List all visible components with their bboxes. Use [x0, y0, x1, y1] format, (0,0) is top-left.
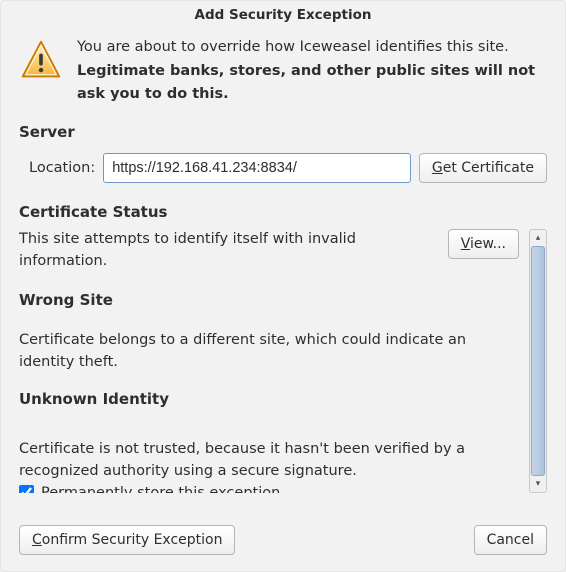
wrong-site-text: Certificate belongs to a different site,…	[19, 329, 519, 374]
warning-row: You are about to override how Iceweasel …	[19, 36, 547, 105]
dialog-button-row: Confirm Security Exception Cancel	[1, 509, 565, 571]
wrong-site-heading: Wrong Site	[19, 291, 519, 309]
confirm-security-exception-button[interactable]: Confirm Security Exception	[19, 525, 235, 555]
warning-text: You are about to override how Iceweasel …	[77, 36, 547, 105]
scroll-up-icon[interactable]: ▴	[530, 230, 546, 246]
permanent-store-checkbox[interactable]	[19, 485, 34, 493]
status-intro-row: This site attempts to identify itself wi…	[19, 229, 519, 273]
get-certificate-button[interactable]: Get Certificate	[419, 153, 547, 183]
certificate-status-heading: Certificate Status	[19, 203, 547, 221]
status-area: This site attempts to identify itself wi…	[19, 229, 547, 493]
dialog-title: Add Security Exception	[1, 1, 565, 32]
warning-icon	[19, 38, 63, 82]
warning-line1: You are about to override how Iceweasel …	[77, 36, 547, 58]
server-row: Location: Get Certificate	[29, 153, 547, 183]
server-heading: Server	[19, 123, 547, 141]
location-input[interactable]	[103, 153, 411, 183]
view-certificate-button[interactable]: View...	[448, 229, 519, 259]
security-exception-dialog: Add Security Exception	[0, 0, 566, 572]
scroll-down-icon[interactable]: ▾	[530, 476, 546, 492]
dialog-content: You are about to override how Iceweasel …	[1, 32, 565, 509]
location-label: Location:	[29, 160, 95, 176]
status-scrollbar[interactable]: ▴ ▾	[529, 229, 547, 493]
unknown-identity-heading: Unknown Identity	[19, 390, 519, 408]
scroll-thumb[interactable]	[531, 246, 545, 476]
permanent-store-row: Permanently store this exception	[19, 485, 519, 494]
permanent-store-label[interactable]: Permanently store this exception	[41, 485, 280, 494]
warning-line2: Legitimate banks, stores, and other publ…	[77, 60, 547, 105]
status-scroll-content: This site attempts to identify itself wi…	[19, 229, 525, 493]
unknown-identity-text: Certificate is not trusted, because it h…	[19, 438, 519, 483]
scroll-track[interactable]	[530, 246, 546, 476]
status-intro-text: This site attempts to identify itself wi…	[19, 229, 432, 273]
cancel-button[interactable]: Cancel	[474, 525, 547, 555]
